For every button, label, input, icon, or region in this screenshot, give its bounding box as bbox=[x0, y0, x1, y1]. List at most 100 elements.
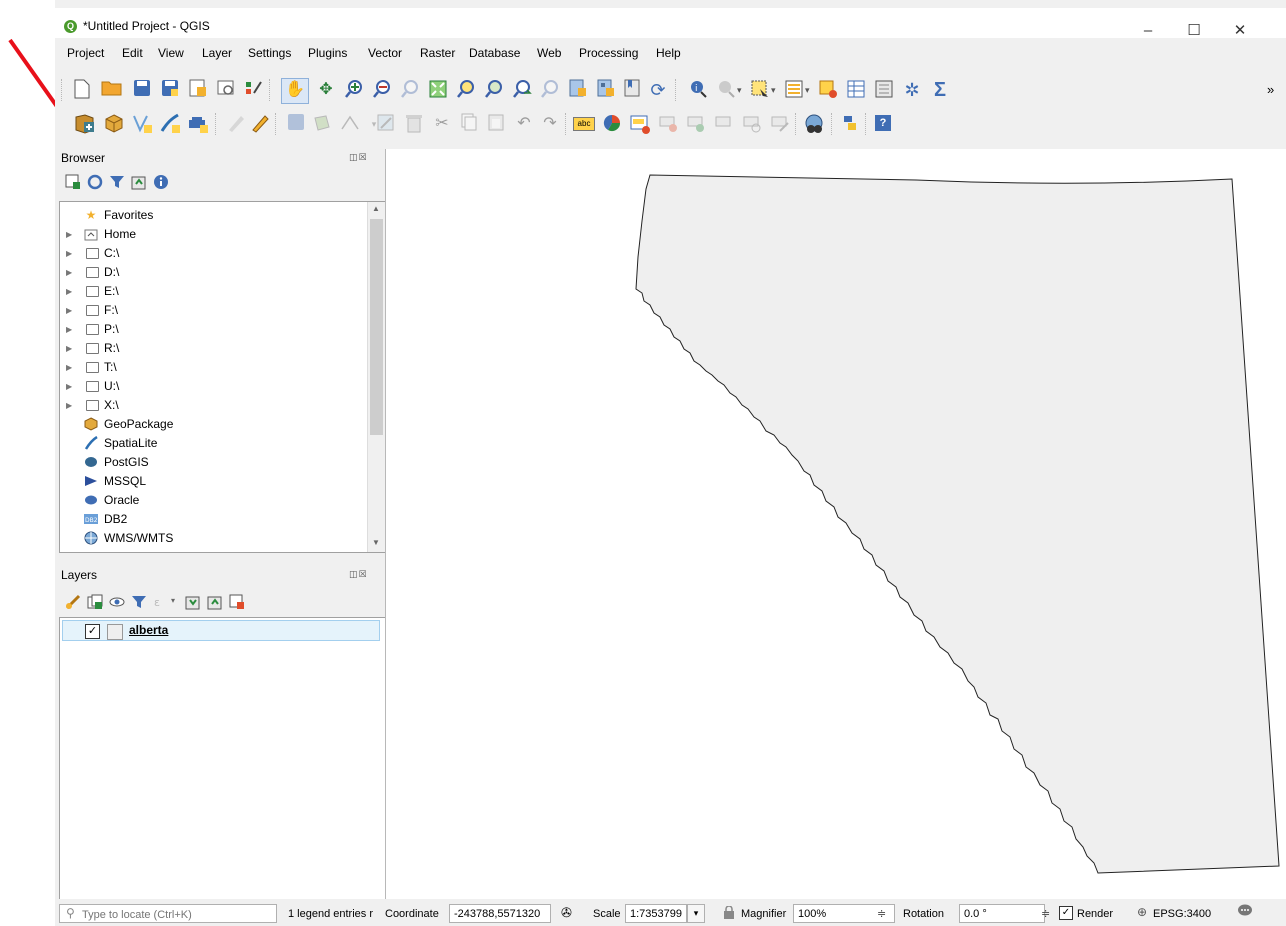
magnifier-stepper[interactable]: ≑ bbox=[877, 907, 886, 920]
save-project-icon[interactable] bbox=[131, 79, 153, 101]
panel-float-close-icon[interactable]: ◫☒ bbox=[349, 569, 371, 581]
menu-layer[interactable]: Layer bbox=[202, 46, 232, 60]
add-group-icon[interactable] bbox=[87, 594, 103, 610]
browser-scrollbar[interactable]: ▲ ▼ bbox=[367, 202, 385, 552]
new-3d-view-icon[interactable] bbox=[595, 79, 617, 101]
paste-features-icon[interactable] bbox=[485, 113, 507, 135]
layer-symbol-swatch[interactable] bbox=[107, 624, 123, 640]
rotate-label-icon[interactable] bbox=[741, 113, 763, 135]
zoom-next-icon[interactable] bbox=[539, 79, 561, 101]
scroll-down-icon[interactable]: ▼ bbox=[372, 538, 380, 547]
expand-arrow-icon[interactable]: ▶ bbox=[66, 396, 72, 415]
rotation-stepper[interactable]: ≑ bbox=[1041, 907, 1050, 920]
scale-dropdown-button[interactable]: ▾ bbox=[687, 904, 705, 923]
current-edits-icon[interactable] bbox=[225, 113, 247, 135]
dropdown-arrow-icon[interactable]: ▾ bbox=[805, 85, 810, 96]
rotation-field[interactable]: 0.0 ° bbox=[959, 904, 1045, 923]
layer-visibility-checkbox[interactable]: ✓ bbox=[85, 624, 100, 639]
layer-row-alberta[interactable]: ✓ alberta bbox=[62, 620, 380, 641]
data-source-manager-icon[interactable] bbox=[73, 113, 95, 135]
vertex-tool-icon[interactable] bbox=[339, 113, 361, 135]
zoom-to-layer-icon[interactable] bbox=[483, 79, 505, 101]
menu-view[interactable]: View bbox=[158, 46, 184, 60]
render-checkbox[interactable]: ✓ bbox=[1059, 906, 1073, 920]
toolbar-overflow-button[interactable]: » bbox=[1267, 82, 1274, 97]
collapse-all-icon[interactable] bbox=[131, 174, 147, 190]
menu-help[interactable]: Help bbox=[656, 46, 681, 60]
crs-label[interactable]: EPSG:3400 bbox=[1153, 908, 1211, 920]
browser-item-spatialite[interactable]: SpatiaLite bbox=[60, 434, 365, 453]
menu-edit[interactable]: Edit bbox=[122, 46, 143, 60]
new-bookmark-icon[interactable] bbox=[621, 79, 643, 101]
crs-globe-icon[interactable]: ⊕ bbox=[1137, 905, 1147, 919]
menu-raster[interactable]: Raster bbox=[420, 46, 455, 60]
attribute-table-icon[interactable] bbox=[845, 79, 867, 101]
alberta-polygon-rendered[interactable] bbox=[635, 174, 1280, 874]
redo-icon[interactable]: ↷ bbox=[539, 113, 561, 135]
coordinate-field[interactable]: -243788,5571320 bbox=[449, 904, 551, 923]
zoom-out-icon[interactable] bbox=[371, 79, 393, 101]
expand-arrow-icon[interactable]: ▶ bbox=[66, 263, 72, 282]
move-label-icon[interactable] bbox=[713, 113, 735, 135]
field-calculator-icon[interactable] bbox=[873, 79, 895, 101]
filter-browser-icon[interactable] bbox=[109, 174, 125, 190]
expand-arrow-icon[interactable]: ▶ bbox=[66, 244, 72, 263]
panel-float-close-icon[interactable]: ◫☒ bbox=[349, 152, 371, 164]
dropdown-arrow-icon[interactable]: ▾ bbox=[171, 596, 175, 605]
locator-input[interactable] bbox=[80, 906, 274, 923]
python-console-icon[interactable] bbox=[839, 113, 861, 135]
refresh-browser-icon[interactable] bbox=[87, 174, 103, 190]
expand-arrow-icon[interactable]: ▶ bbox=[66, 320, 72, 339]
browser-item-geopackage[interactable]: GeoPackage bbox=[60, 415, 365, 434]
browser-item-drive-p[interactable]: ▶ P:\ bbox=[60, 320, 365, 339]
help-contents-icon[interactable]: ? bbox=[873, 113, 895, 135]
manage-map-themes-icon[interactable] bbox=[109, 594, 125, 610]
scroll-thumb[interactable] bbox=[370, 219, 383, 435]
select-by-value-icon[interactable] bbox=[783, 79, 805, 101]
statistics-icon[interactable]: Σ bbox=[929, 79, 951, 101]
new-project-icon[interactable] bbox=[71, 79, 93, 101]
layout-manager-icon[interactable] bbox=[215, 79, 237, 101]
layer-diagram-options-icon[interactable] bbox=[601, 113, 623, 135]
cut-features-icon[interactable]: ✂ bbox=[431, 113, 453, 135]
browser-item-oracle[interactable]: Oracle bbox=[60, 491, 365, 510]
filter-legend-icon[interactable] bbox=[131, 594, 147, 610]
filter-by-expression-icon[interactable]: ε bbox=[153, 594, 169, 610]
browser-item-favorites[interactable]: ★ Favorites bbox=[60, 206, 365, 225]
expand-arrow-icon[interactable]: ▶ bbox=[66, 225, 72, 244]
new-temporary-layer-icon[interactable] bbox=[187, 113, 209, 135]
browser-item-drive-x[interactable]: ▶ X:\ bbox=[60, 396, 365, 415]
dropdown-arrow-icon[interactable]: ▾ bbox=[737, 85, 742, 96]
toggle-editing-icon[interactable] bbox=[249, 113, 271, 135]
save-layer-edits-icon[interactable] bbox=[285, 113, 307, 135]
open-project-icon[interactable] bbox=[101, 79, 123, 101]
run-action-icon[interactable] bbox=[715, 79, 737, 101]
browser-item-drive-r[interactable]: ▶ R:\ bbox=[60, 339, 365, 358]
open-layer-styling-icon[interactable] bbox=[65, 594, 81, 610]
locator-search-bar[interactable]: ⚲ bbox=[59, 904, 277, 923]
save-as-icon[interactable] bbox=[159, 79, 181, 101]
show-hide-labels-icon[interactable] bbox=[685, 113, 707, 135]
expand-arrow-icon[interactable]: ▶ bbox=[66, 358, 72, 377]
deselect-all-icon[interactable] bbox=[817, 79, 839, 101]
browser-item-drive-d[interactable]: ▶ D:\ bbox=[60, 263, 365, 282]
new-print-layout-icon[interactable] bbox=[187, 79, 209, 101]
browser-item-home[interactable]: ▶ Home bbox=[60, 225, 365, 244]
alberta-polygon[interactable] bbox=[386, 149, 1286, 899]
change-label-icon[interactable] bbox=[769, 113, 791, 135]
new-geopackage-layer-icon[interactable] bbox=[103, 113, 125, 135]
toggle-extents-icon[interactable]: ✇ bbox=[561, 905, 572, 921]
browser-item-drive-f[interactable]: ▶ F:\ bbox=[60, 301, 365, 320]
identify-icon[interactable]: i bbox=[687, 79, 709, 101]
expand-arrow-icon[interactable]: ▶ bbox=[66, 377, 72, 396]
menu-database[interactable]: Database bbox=[469, 46, 520, 60]
browser-item-wms-wmts[interactable]: WMS/WMTS bbox=[60, 529, 365, 548]
browser-item-mssql[interactable]: MSSQL bbox=[60, 472, 365, 491]
expand-all-icon[interactable] bbox=[185, 594, 201, 610]
expand-arrow-icon[interactable]: ▶ bbox=[66, 339, 72, 358]
pan-to-selection-icon[interactable]: ✥ bbox=[315, 79, 337, 101]
menu-project[interactable]: Project bbox=[67, 46, 104, 60]
messages-icon[interactable] bbox=[1237, 903, 1253, 922]
select-features-icon[interactable] bbox=[749, 79, 771, 101]
scale-field[interactable]: 1:7353799 bbox=[625, 904, 687, 923]
